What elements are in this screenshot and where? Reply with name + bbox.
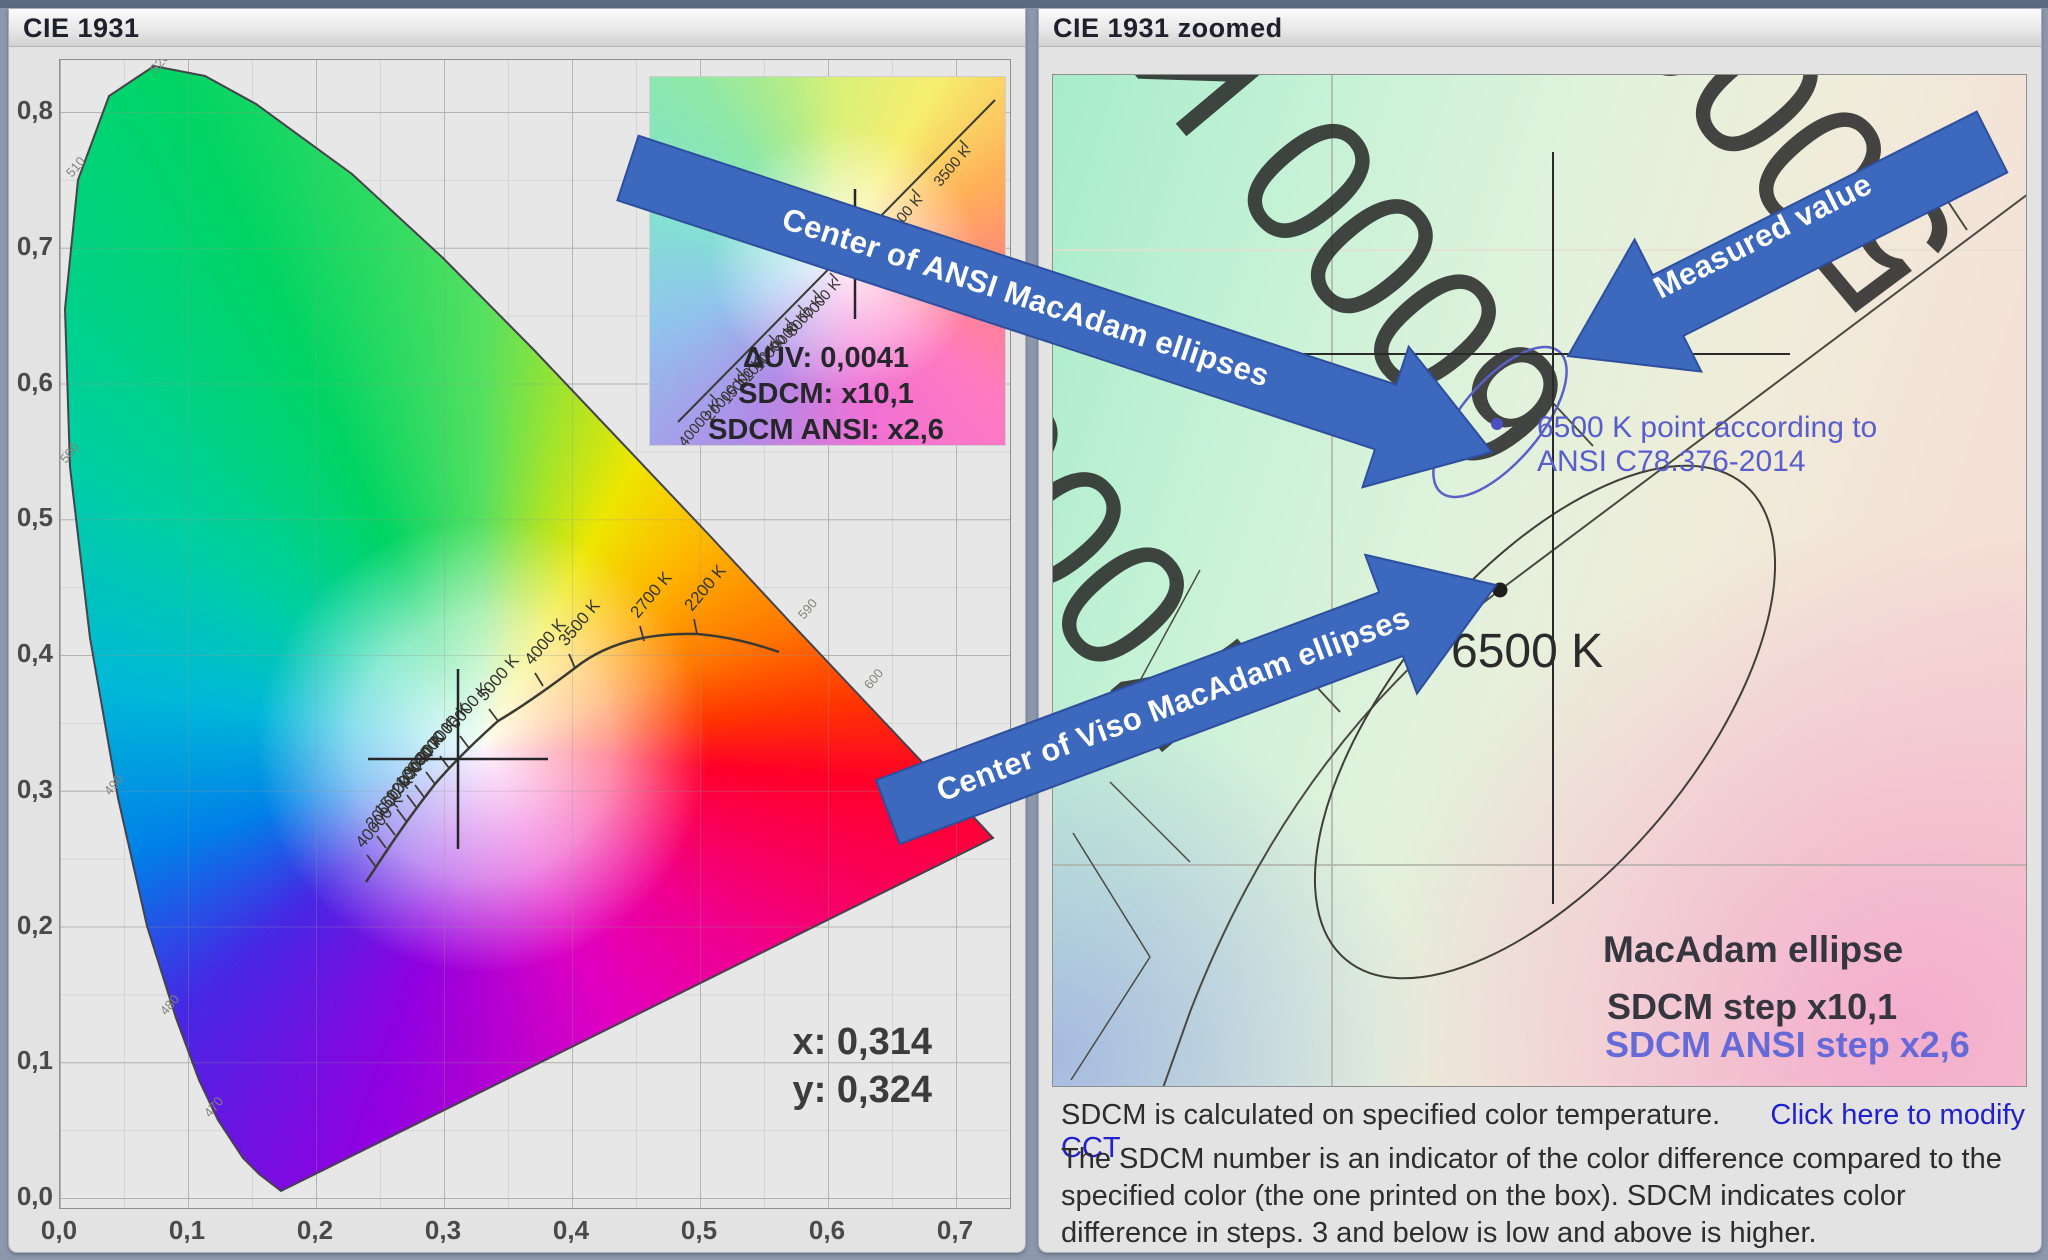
svg-text:490: 490 — [101, 772, 126, 798]
x-tick-label: 0,0 — [37, 1215, 81, 1246]
footer-para-line1: The SDCM number is an indicator of the c… — [1061, 1143, 2002, 1175]
inset-sdcm: SDCM: x10,1 — [738, 378, 914, 410]
y-tick-label: 0,7 — [15, 231, 53, 262]
panel-cie-1931-zoomed: CIE 1931 zoomed 6000 K7000 K5000 K — [1038, 8, 2042, 1253]
svg-text:510: 510 — [63, 154, 88, 180]
x-tick-label: 0,5 — [677, 1215, 721, 1246]
ansi-point-label-line2: ANSI C78.376-2014 — [1537, 445, 1806, 478]
cie-inset-zoom: 3500 K5000 K6000 K7000 K8000 K9000 K1000… — [649, 76, 1006, 446]
y-tick-label: 0,8 — [15, 95, 53, 126]
x-tick-label: 0,1 — [165, 1215, 209, 1246]
x-tick-label: 0,4 — [549, 1215, 593, 1246]
legend-sdcm-step: SDCM step x10,1 — [1607, 986, 1897, 1027]
footer-para-line3: difference in steps. 3 and below is low … — [1061, 1217, 1817, 1249]
ansi-center-point — [1491, 418, 1503, 430]
svg-text:620: 620 — [943, 754, 968, 780]
inset-sdcm-ansi: SDCM ANSI: x2,6 — [708, 414, 944, 445]
cct-6500k-label: 6500 K — [1451, 625, 1603, 678]
y-tick-label: 0,3 — [15, 774, 53, 805]
svg-text:3500 K: 3500 K — [930, 143, 974, 190]
y-tick-label: 0,2 — [15, 910, 53, 941]
panel-title-cie1931-zoomed: CIE 1931 zoomed — [1039, 9, 2041, 47]
y-tick-label: 0,0 — [15, 1181, 53, 1212]
legend-macadam-title: MacAdam ellipse — [1603, 929, 1903, 970]
inset-overlay: 3500 K5000 K6000 K7000 K8000 K9000 K1000… — [650, 77, 1005, 445]
y-tick-label: 0,5 — [15, 502, 53, 533]
x-tick-label: 0,2 — [293, 1215, 337, 1246]
x-tick-label: 0,3 — [421, 1215, 465, 1246]
window-top-strip — [0, 0, 2048, 8]
svg-text:470: 470 — [201, 1094, 226, 1120]
readout-y-value: y: 0,324 — [793, 1069, 932, 1111]
cie-zoomed-overlay: 6000 K7000 K5000 K — [1053, 75, 2027, 1087]
footer-sdcm-note: SDCM is calculated on specified color te… — [1061, 1099, 1720, 1131]
x-tick-label: 0,7 — [933, 1215, 977, 1246]
svg-text:5000 K: 5000 K — [882, 192, 926, 239]
ansi-point-label-line1: 6500 K point according to — [1537, 411, 1877, 444]
panel-title-cie1931: CIE 1931 — [9, 9, 1025, 47]
y-tick-label: 0,6 — [15, 367, 53, 398]
svg-text:7000 K: 7000 K — [1053, 220, 1299, 785]
svg-text:2200 K: 2200 K — [681, 561, 731, 615]
y-tick-label: 0,4 — [15, 638, 53, 669]
app-window: CIE 1931 2200 K2700 K3500 K4000 K5000 K6… — [0, 0, 2048, 1260]
svg-text:600: 600 — [861, 666, 886, 692]
inset-delta-uv: ΔUV: 0,0041 — [743, 342, 909, 374]
legend-sdcm-ansi-step: SDCM ANSI step x2,6 — [1605, 1024, 1970, 1065]
footer-para-line2: specified color (the one printed on the … — [1061, 1180, 1906, 1212]
readout-x-value: x: 0,314 — [793, 1021, 932, 1063]
x-tick-label: 0,6 — [805, 1215, 849, 1246]
measured-point-crosshair — [368, 669, 548, 849]
cie-zoomed-chart: 6000 K7000 K5000 K — [1052, 74, 2027, 1087]
y-tick-label: 0,1 — [15, 1045, 53, 1076]
svg-text:480: 480 — [157, 992, 182, 1018]
viso-center-point — [1493, 583, 1508, 598]
panel-cie-1931: CIE 1931 2200 K2700 K3500 K4000 K5000 K6… — [8, 8, 1026, 1253]
svg-text:590: 590 — [795, 596, 820, 622]
svg-text:2700 K: 2700 K — [627, 568, 677, 622]
footer-paragraph: The SDCM number is an indicator of the c… — [1061, 1141, 2002, 1252]
svg-text:500: 500 — [60, 440, 82, 466]
svg-text:6000 K: 6000 K — [840, 235, 884, 282]
